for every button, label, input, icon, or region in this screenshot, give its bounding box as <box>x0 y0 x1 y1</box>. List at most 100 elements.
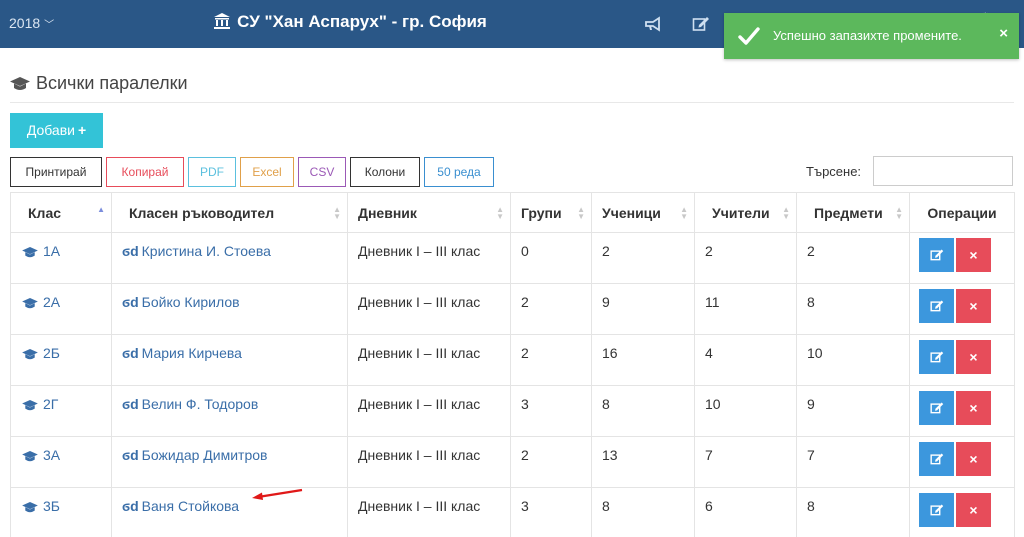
teacher-link[interactable]: ϭd Мария Кирчева <box>122 345 242 361</box>
table-row: 3Б ϭd Ваня Стойкова Дневник I – III клас 3 8 6… <box>10 487 1015 537</box>
school-name: СУ "Хан Аспарух" - гр. София <box>237 12 487 31</box>
teacher-link[interactable]: ϭd Велин Ф. Тодоров <box>122 396 258 412</box>
column-header-journal[interactable]: Дневник ▲ ▼ <box>347 192 511 233</box>
sort-asc-icon: ▲ <box>97 205 105 214</box>
class-cell: 2А <box>10 283 112 335</box>
id-card-icon: ϭd <box>122 498 139 514</box>
teacher-cell: ϭd Божидар Димитров <box>111 436 348 488</box>
id-card-icon: ϭd <box>122 345 139 361</box>
teacher-link[interactable]: ϭd Божидар Димитров <box>122 447 267 463</box>
add-button-label: Добави <box>26 122 75 138</box>
column-header-teachers[interactable]: Учители ▲ ▼ <box>694 192 797 233</box>
groups-cell: 2 <box>510 436 592 488</box>
students-cell: 16 <box>591 334 695 386</box>
annotation-arrow-icon <box>252 488 303 500</box>
class-cell: 2Б <box>10 334 112 386</box>
graduation-cap-icon <box>22 451 38 462</box>
edit-button[interactable] <box>919 238 954 272</box>
edit-button[interactable] <box>919 442 954 476</box>
groups-cell: 0 <box>510 232 592 284</box>
pdf-button[interactable]: PDF <box>188 157 236 187</box>
operations-cell: × <box>909 436 1015 488</box>
edit-icon[interactable] <box>692 16 710 32</box>
edit-button[interactable] <box>919 340 954 374</box>
columns-button[interactable]: Колони <box>350 157 420 187</box>
students-cell: 13 <box>591 436 695 488</box>
column-header-subjects[interactable]: Предмети ▲ ▼ <box>796 192 910 233</box>
checkmark-icon <box>738 27 760 45</box>
teacher-cell: ϭd Кристина И. Стоева <box>111 232 348 284</box>
delete-button[interactable]: × <box>956 238 991 272</box>
teacher-cell: ϭd Бойко Кирилов <box>111 283 348 335</box>
class-link[interactable]: 2Б <box>22 345 60 361</box>
journal-cell: Дневник I – III клас <box>347 334 511 386</box>
table-row: 2А ϭd Бойко Кирилов Дневник I – III клас 2 9 1… <box>10 283 1015 335</box>
class-cell: 3Б <box>10 487 112 537</box>
journal-cell: Дневник I – III клас <box>347 232 511 284</box>
column-header-teacher[interactable]: Класен ръководител ▲ ▼ <box>111 192 348 233</box>
delete-icon: × <box>969 247 978 263</box>
id-card-icon: ϭd <box>122 243 139 259</box>
copy-button[interactable]: Копирай <box>106 157 184 187</box>
journal-cell: Дневник I – III клас <box>347 385 511 437</box>
teachers-cell: 4 <box>694 334 797 386</box>
csv-button[interactable]: CSV <box>298 157 346 187</box>
operations-cell: × <box>909 283 1015 335</box>
edit-button[interactable] <box>919 289 954 323</box>
operations-cell: × <box>909 385 1015 437</box>
sort-icon: ▲ ▼ <box>496 205 504 221</box>
column-header-groups[interactable]: Групи ▲ ▼ <box>510 192 592 233</box>
table-header-row: Клас ▲ Класен ръководител ▲ ▼ Дневник ▲ ▼ Гру… <box>10 192 1015 233</box>
sort-icon: ▲ ▼ <box>680 205 688 221</box>
delete-button[interactable]: × <box>956 340 991 374</box>
success-toast: Успешно запазихте промените. × <box>724 13 1019 59</box>
graduation-cap-icon <box>22 298 38 309</box>
journal-cell: Дневник I – III клас <box>347 487 511 537</box>
subjects-cell: 2 <box>796 232 910 284</box>
class-link[interactable]: 2А <box>22 294 60 310</box>
column-header-students[interactable]: Ученици ▲ ▼ <box>591 192 695 233</box>
teacher-link[interactable]: ϭd Кристина И. Стоева <box>122 243 271 259</box>
add-button[interactable]: Добави + <box>10 113 103 148</box>
excel-button[interactable]: Excel <box>240 157 294 187</box>
rows-per-page-button[interactable]: 50 реда <box>424 157 494 187</box>
edit-icon <box>929 349 944 365</box>
students-cell: 8 <box>591 385 695 437</box>
students-cell: 8 <box>591 487 695 537</box>
teachers-cell: 6 <box>694 487 797 537</box>
megaphone-icon[interactable] <box>644 16 662 32</box>
graduation-cap-icon <box>22 247 38 258</box>
sort-icon: ▲ ▼ <box>333 205 341 221</box>
class-cell: 1А <box>10 232 112 284</box>
search-input[interactable] <box>873 156 1013 186</box>
delete-button[interactable]: × <box>956 289 991 323</box>
sort-icon: ▲ ▼ <box>577 205 585 221</box>
teacher-link[interactable]: ϭd Ваня Стойкова <box>122 498 239 514</box>
edit-icon <box>929 400 944 416</box>
print-button[interactable]: Принтирай <box>10 157 102 187</box>
students-cell: 2 <box>591 232 695 284</box>
edit-icon <box>929 298 944 314</box>
edit-button[interactable] <box>919 391 954 425</box>
close-icon[interactable]: × <box>999 25 1008 42</box>
class-link[interactable]: 3Б <box>22 498 60 514</box>
delete-button[interactable]: × <box>956 442 991 476</box>
teacher-cell: ϭd Ваня Стойкова <box>111 487 348 537</box>
delete-button[interactable]: × <box>956 493 991 527</box>
edit-button[interactable] <box>919 493 954 527</box>
class-link[interactable]: 3А <box>22 447 60 463</box>
delete-button[interactable]: × <box>956 391 991 425</box>
graduation-cap-icon <box>22 349 38 360</box>
teacher-link[interactable]: ϭd Бойко Кирилов <box>122 294 240 310</box>
class-cell: 3А <box>10 436 112 488</box>
edit-icon <box>929 451 944 467</box>
subjects-cell: 8 <box>796 487 910 537</box>
class-link[interactable]: 2Г <box>22 396 58 412</box>
column-header-class[interactable]: Клас ▲ <box>10 192 112 233</box>
table-row: 2Б ϭd Мария Кирчева Дневник I – III клас 2 16… <box>10 334 1015 386</box>
class-cell: 2Г <box>10 385 112 437</box>
id-card-icon: ϭd <box>122 447 139 463</box>
class-link[interactable]: 1А <box>22 243 60 259</box>
students-cell: 9 <box>591 283 695 335</box>
subjects-cell: 8 <box>796 283 910 335</box>
